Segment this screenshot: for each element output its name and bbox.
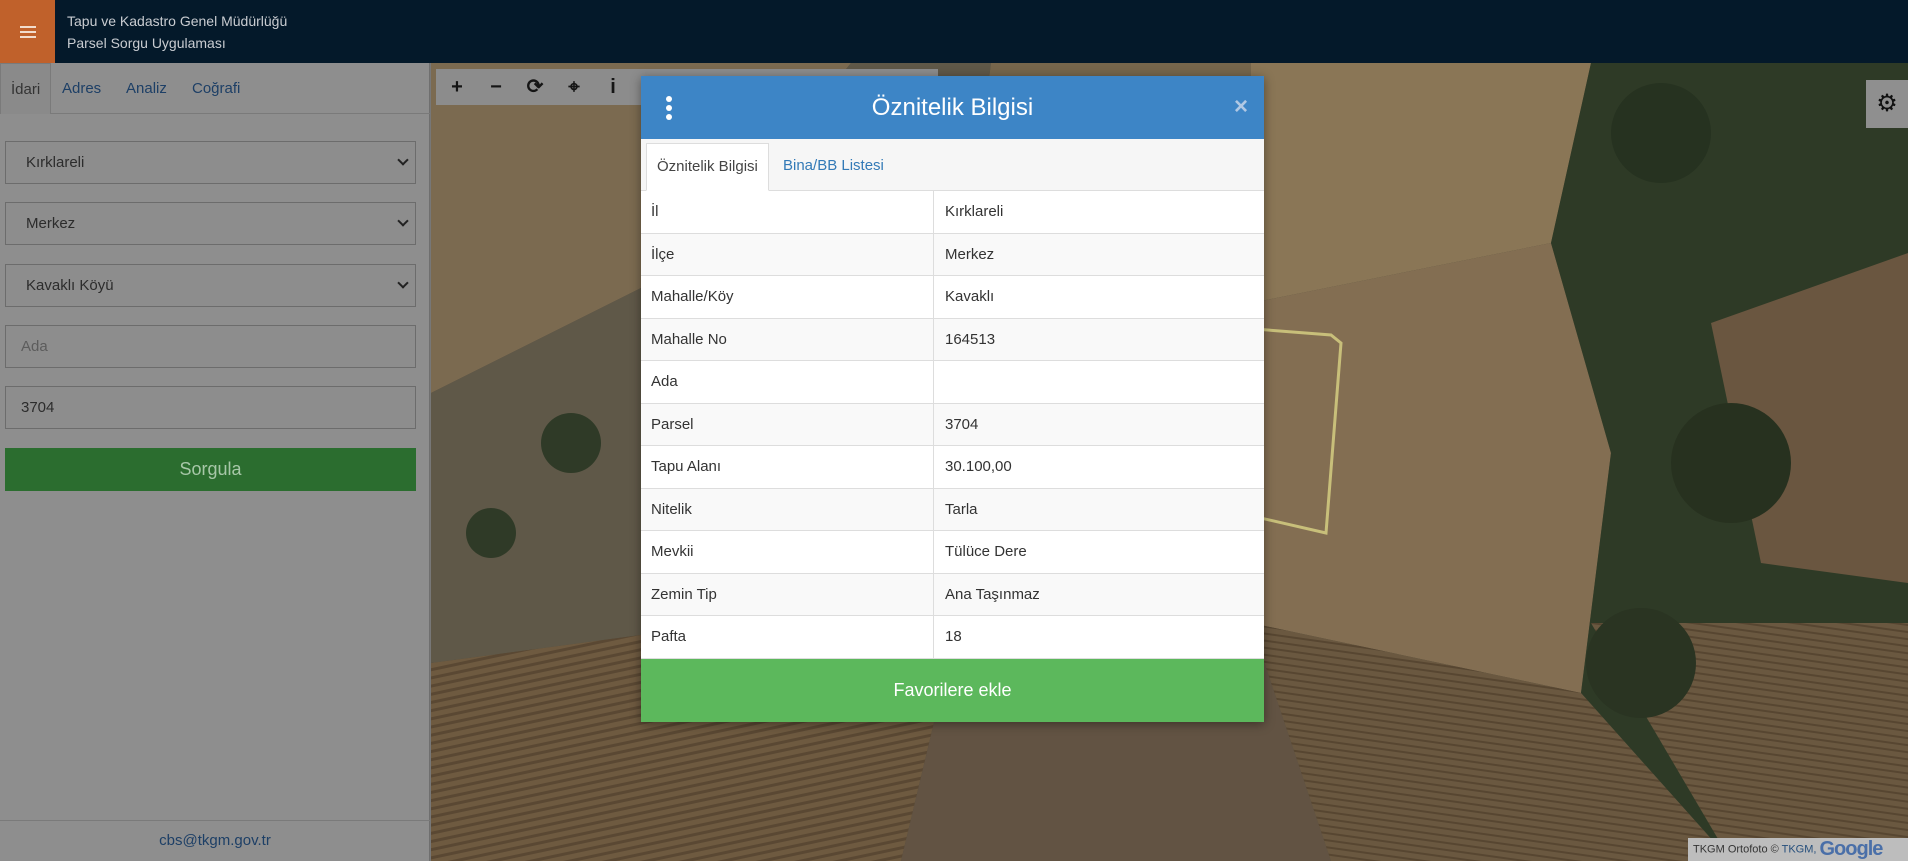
table-row: Pafta 18 xyxy=(641,616,1264,659)
row-key: Mahalle No xyxy=(651,330,727,348)
table-row: Mevkii Tülüce Dere xyxy=(641,531,1264,574)
tab-cografi[interactable]: Coğrafi xyxy=(192,63,240,114)
tab-analiz[interactable]: Analiz xyxy=(126,63,167,114)
row-value: Tarla xyxy=(945,500,978,518)
row-key: Zemin Tip xyxy=(651,585,717,603)
table-row: Mahalle/Köy Kavaklı xyxy=(641,276,1264,319)
tab-idari[interactable]: İdari xyxy=(0,63,52,114)
kebab-menu-icon[interactable] xyxy=(666,96,672,120)
table-row: Parsel 3704 xyxy=(641,403,1264,446)
row-key: İl xyxy=(651,203,659,220)
search-button[interactable]: Sorgula xyxy=(5,448,416,491)
refresh-icon[interactable]: ⟳ xyxy=(516,69,554,105)
gear-icon[interactable]: ⚙ xyxy=(1866,80,1908,128)
dialog-title: Öznitelik Bilgisi xyxy=(871,94,1034,121)
app-header: Tapu ve Kadastro Genel Müdürlüğü Parsel … xyxy=(0,0,1908,63)
row-value: Kavaklı xyxy=(945,288,995,305)
mahalle-select-value: Kavaklı Köyü xyxy=(26,277,114,294)
attribution-text: TKGM Ortofoto © xyxy=(1693,843,1779,856)
table-row: Ada xyxy=(641,361,1264,404)
minus-icon[interactable]: − xyxy=(477,69,515,105)
table-row: Tapu Alanı 30.100,00 xyxy=(641,446,1264,489)
close-icon[interactable]: × xyxy=(1234,92,1248,122)
row-key: Nitelik xyxy=(651,500,692,518)
row-key: Parsel xyxy=(651,415,694,433)
tab-adres[interactable]: Adres xyxy=(62,63,101,114)
chevron-down-icon xyxy=(397,154,409,166)
table-row: İlçe Merkez xyxy=(641,233,1264,276)
app-title-line1: Tapu ve Kadastro Genel Müdürlüğü xyxy=(67,13,288,29)
parsel-input[interactable]: 3704 xyxy=(5,386,416,429)
row-key: Ada xyxy=(651,373,678,390)
table-row: İl Kırklareli xyxy=(641,191,1264,234)
add-favorite-button[interactable]: Favorilere ekle xyxy=(641,659,1264,722)
row-key: Mahalle/Köy xyxy=(651,288,734,305)
row-value: 3704 xyxy=(945,415,979,433)
crosshair-icon[interactable]: ⌖ xyxy=(555,69,593,105)
plus-icon[interactable]: + xyxy=(438,69,476,105)
chevron-down-icon xyxy=(397,277,409,289)
table-row: Nitelik Tarla xyxy=(641,488,1264,531)
table-row: Mahalle No 164513 xyxy=(641,318,1264,361)
ada-input[interactable]: Ada xyxy=(5,325,416,368)
app-title-line2: Parsel Sorgu Uygulaması xyxy=(67,35,226,51)
il-select[interactable]: Kırklareli xyxy=(5,141,416,184)
menu-button[interactable] xyxy=(0,0,55,63)
info-icon[interactable]: i xyxy=(594,69,632,105)
query-panel: İdari Adres Analiz Coğrafi Kırklareli Me… xyxy=(0,63,430,861)
row-key: Pafta xyxy=(651,628,687,645)
row-value: 18 xyxy=(945,628,962,645)
mahalle-select[interactable]: Kavaklı Köyü xyxy=(5,264,416,307)
google-logo: Google xyxy=(1819,838,1884,860)
app-title: Tapu ve Kadastro Genel Müdürlüğü Parsel … xyxy=(67,10,287,54)
chevron-down-icon xyxy=(397,215,409,227)
dialog-header: Öznitelik Bilgisi × xyxy=(641,76,1264,139)
attribute-table: İl Kırklareli İlçe Merkez Mahalle/Köy Kavak… xyxy=(641,191,1264,659)
row-key: Mevkii xyxy=(651,543,694,560)
ilce-select-value: Merkez xyxy=(26,215,76,232)
row-value: Ana Taşınmaz xyxy=(945,585,1040,603)
contact-email-link[interactable]: cbs@tkgm.gov.tr xyxy=(0,820,430,861)
table-row: Zemin Tip Ana Taşınmaz xyxy=(641,573,1264,616)
tab-bina-listesi[interactable]: Bina/BB Listesi xyxy=(773,143,894,191)
row-value: 164513 xyxy=(945,330,996,348)
attribution-tkgm-link[interactable]: TKGM, xyxy=(1782,843,1817,855)
row-key: Tapu Alanı xyxy=(651,458,722,475)
row-value: Merkez xyxy=(945,245,995,263)
il-select-value: Kırklareli xyxy=(26,154,85,171)
row-value: Tülüce Dere xyxy=(945,543,1027,560)
query-tabs: İdari Adres Analiz Coğrafi xyxy=(0,63,430,114)
tab-oznitelik[interactable]: Öznitelik Bilgisi xyxy=(646,143,769,191)
attribute-info-dialog: Öznitelik Bilgisi × Öznitelik Bilgisi Bi… xyxy=(641,76,1264,722)
ilce-select[interactable]: Merkez xyxy=(5,202,416,245)
row-key: İlçe xyxy=(651,245,675,263)
map-attribution: TKGM Ortofoto © TKGM, Google xyxy=(1688,838,1908,861)
row-value: 30.100,00 xyxy=(945,458,1012,475)
hamburger-icon xyxy=(19,25,36,38)
dialog-tabs: Öznitelik Bilgisi Bina/BB Listesi xyxy=(641,139,1264,191)
row-value: Kırklareli xyxy=(945,203,1004,220)
